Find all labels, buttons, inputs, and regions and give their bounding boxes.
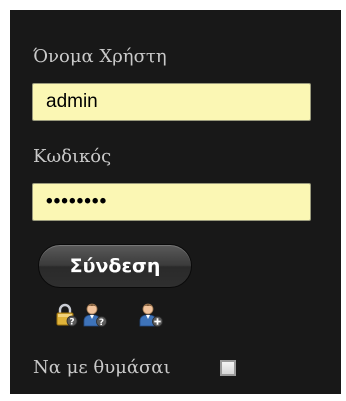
password-input[interactable]: •••••••• — [32, 183, 311, 221]
svg-text:?: ? — [69, 318, 74, 328]
login-button[interactable]: Σύνδεση — [38, 244, 192, 288]
svg-text:?: ? — [99, 318, 104, 328]
register-user-icon[interactable] — [138, 302, 164, 328]
lost-password-icon[interactable]: ? — [53, 302, 79, 328]
username-input[interactable] — [32, 83, 311, 121]
username-label: Όνομα Χρήστη — [33, 46, 167, 67]
lost-username-icon[interactable]: ? — [82, 302, 108, 328]
password-label: Κωδικός — [33, 146, 112, 167]
remember-me-label: Να με θυμάσαι — [33, 357, 171, 378]
remember-me-checkbox[interactable] — [220, 360, 236, 376]
